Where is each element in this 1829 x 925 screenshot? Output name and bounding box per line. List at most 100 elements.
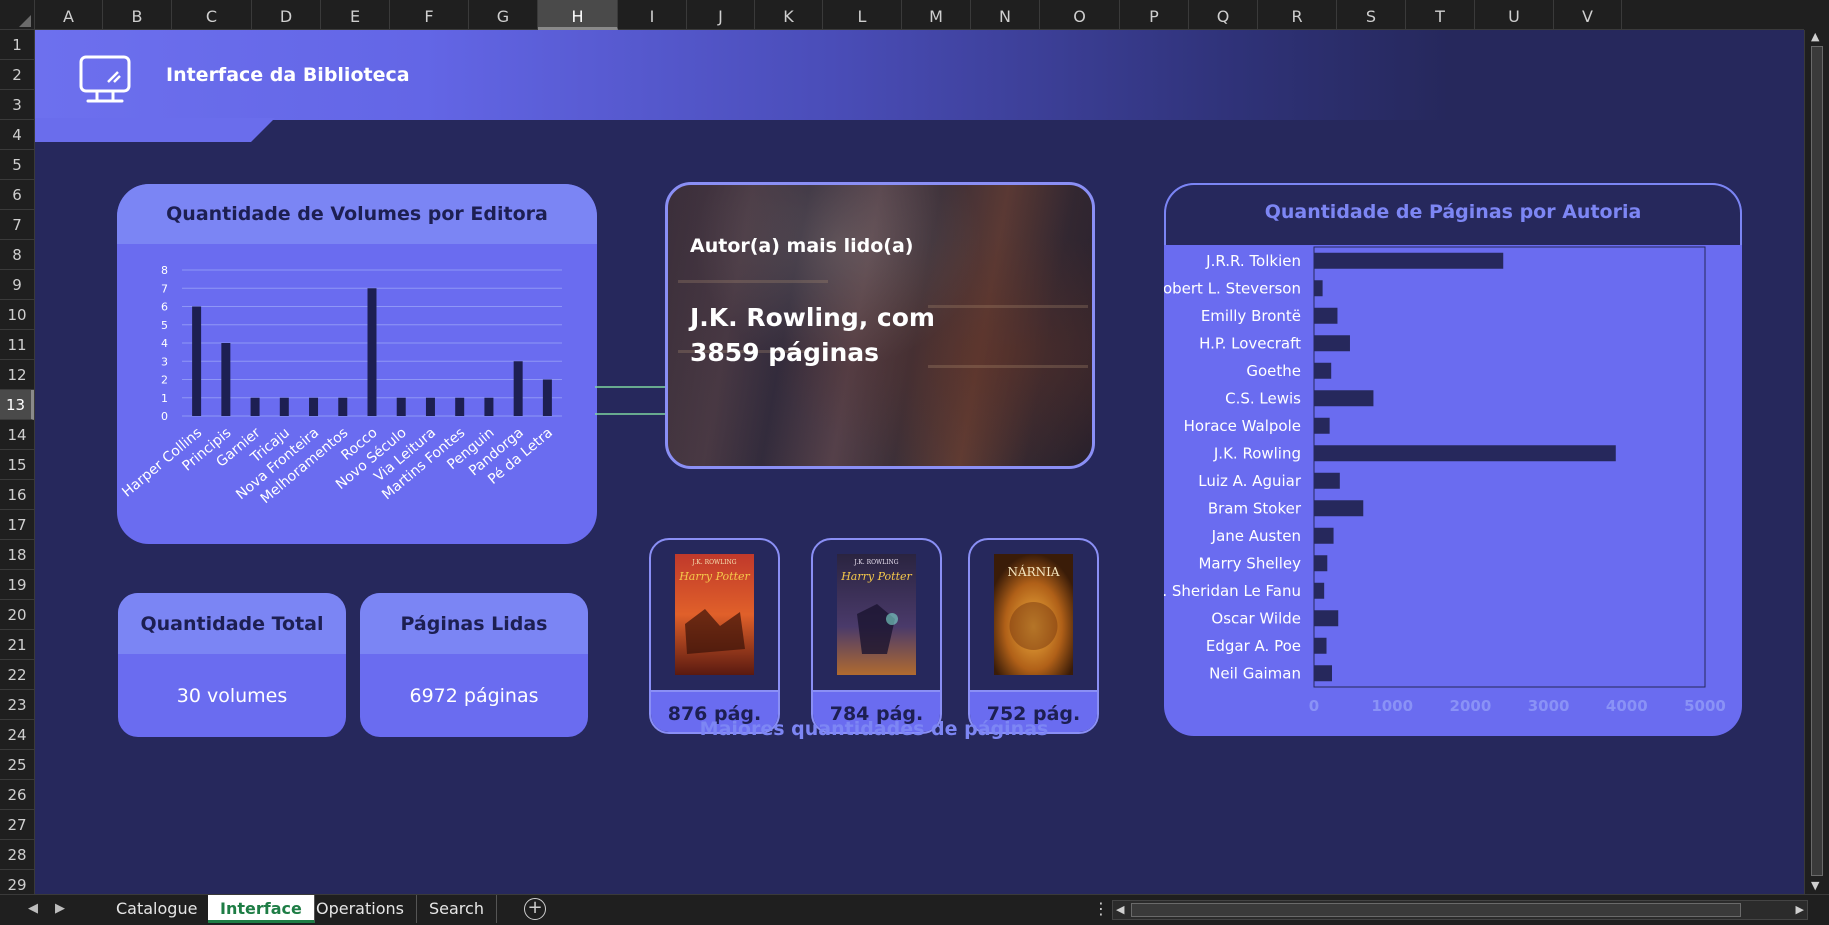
- row-header-cell[interactable]: 23: [0, 690, 34, 720]
- row-header-cell[interactable]: 1: [0, 30, 34, 60]
- book-card[interactable]: J.K. ROWLING Harry Potter 876 pág.: [649, 538, 780, 734]
- volume-bar[interactable]: [192, 306, 202, 417]
- column-header-cell[interactable]: T: [1406, 0, 1475, 30]
- row-header-cell[interactable]: 26: [0, 780, 34, 810]
- column-header-cell[interactable]: A: [35, 0, 103, 30]
- column-header-cell[interactable]: R: [1258, 0, 1337, 30]
- column-header-cell[interactable]: M: [902, 0, 971, 30]
- author-pages-bar[interactable]: [1314, 637, 1327, 654]
- row-header-cell[interactable]: 14: [0, 420, 34, 450]
- author-pages-bar[interactable]: [1314, 307, 1338, 324]
- pages-bar-chart[interactable]: J.R.R. Tolkien Robert L. Steverson Emilly …: [1164, 245, 1742, 736]
- author-pages-bar[interactable]: [1314, 472, 1340, 489]
- scroll-left-icon[interactable]: ◀: [1116, 903, 1124, 916]
- volumes-chart-card[interactable]: Quantidade de Volumes por Editora 0 1 2 3 4 5…: [117, 184, 597, 544]
- row-header-cell[interactable]: 11: [0, 330, 34, 360]
- row-header-cell[interactable]: 13: [0, 390, 34, 420]
- book-card[interactable]: NÁRNIA 752 pág.: [968, 538, 1099, 734]
- author-pages-bar[interactable]: [1314, 527, 1334, 544]
- volume-bar[interactable]: [367, 288, 377, 416]
- author-pages-bar[interactable]: [1314, 280, 1323, 297]
- author-pages-bar[interactable]: [1314, 665, 1332, 682]
- column-header-cell[interactable]: H: [538, 0, 618, 30]
- column-header-cell[interactable]: G: [469, 0, 538, 30]
- author-pages-bar[interactable]: [1314, 252, 1504, 269]
- vertical-scroll-thumb[interactable]: [1811, 46, 1823, 876]
- sheet-tab[interactable]: Search: [417, 895, 497, 923]
- row-header-cell[interactable]: 20: [0, 600, 34, 630]
- row-header-cell[interactable]: 12: [0, 360, 34, 390]
- volume-bar[interactable]: [279, 397, 289, 416]
- column-header-cell[interactable]: O: [1040, 0, 1120, 30]
- author-pages-bar[interactable]: [1314, 335, 1350, 352]
- column-header-cell[interactable]: N: [971, 0, 1040, 30]
- row-header-cell[interactable]: 24: [0, 720, 34, 750]
- horizontal-scrollbar[interactable]: ◀ ▶: [1112, 900, 1808, 920]
- author-pages-bar[interactable]: [1314, 582, 1325, 599]
- pages-chart-card[interactable]: Quantidade de Páginas por Autoria J.R.R.…: [1164, 183, 1742, 736]
- row-header-cell[interactable]: 2: [0, 60, 34, 90]
- volume-bar[interactable]: [425, 397, 435, 416]
- author-pages-bar[interactable]: [1314, 417, 1330, 434]
- column-header-cell[interactable]: D: [252, 0, 321, 30]
- author-pages-bar[interactable]: [1314, 390, 1374, 407]
- volume-bar[interactable]: [309, 397, 319, 416]
- volume-bar[interactable]: [455, 397, 465, 416]
- row-header-cell[interactable]: 27: [0, 810, 34, 840]
- author-pages-bar[interactable]: [1314, 362, 1332, 379]
- row-header-cell[interactable]: 4: [0, 120, 34, 150]
- volume-bar[interactable]: [250, 397, 260, 416]
- row-header-cell[interactable]: 22: [0, 660, 34, 690]
- horizontal-scroll-thumb[interactable]: [1131, 903, 1741, 917]
- book-card[interactable]: J.K. ROWLING Harry Potter 784 pág.: [811, 538, 942, 734]
- column-header-cell[interactable]: E: [321, 0, 390, 30]
- row-header-cell[interactable]: 21: [0, 630, 34, 660]
- row-header-cell[interactable]: 17: [0, 510, 34, 540]
- column-header-cell[interactable]: B: [103, 0, 172, 30]
- sheet-tab[interactable]: Interface: [208, 895, 315, 923]
- row-header-cell[interactable]: 8: [0, 240, 34, 270]
- select-all-corner[interactable]: [0, 0, 35, 30]
- author-pages-bar[interactable]: [1314, 555, 1328, 572]
- top-author-card[interactable]: Autor(a) mais lido(a) J.K. Rowling, com …: [665, 182, 1095, 469]
- volumes-bar-chart[interactable]: 012345678Harper CollinsPrincipisGarnierT…: [117, 244, 597, 544]
- sheet-tab[interactable]: Operations: [304, 895, 417, 923]
- sheet-tab[interactable]: Catalogue: [104, 895, 211, 923]
- total-volumes-card[interactable]: Quantidade Total 30 volumes: [118, 593, 346, 737]
- scroll-right-icon[interactable]: ▶: [1796, 903, 1804, 916]
- add-sheet-icon[interactable]: +: [524, 898, 546, 920]
- row-header-cell[interactable]: 5: [0, 150, 34, 180]
- volume-bar[interactable]: [542, 379, 552, 417]
- row-header-cell[interactable]: 6: [0, 180, 34, 210]
- prev-sheet-icon[interactable]: ◀: [28, 901, 38, 916]
- scroll-down-icon[interactable]: ▼: [1811, 879, 1819, 892]
- column-header-cell[interactable]: S: [1337, 0, 1406, 30]
- author-pages-bar[interactable]: [1314, 610, 1339, 627]
- row-header-cell[interactable]: 7: [0, 210, 34, 240]
- column-header-cell[interactable]: V: [1554, 0, 1622, 30]
- vertical-scrollbar[interactable]: ▲ ▼: [1804, 30, 1829, 894]
- row-header-cell[interactable]: 10: [0, 300, 34, 330]
- column-header-cell[interactable]: J: [687, 0, 755, 30]
- row-header-cell[interactable]: 9: [0, 270, 34, 300]
- column-header-cell[interactable]: C: [172, 0, 252, 30]
- row-header-cell[interactable]: 19: [0, 570, 34, 600]
- author-pages-bar[interactable]: [1314, 445, 1616, 462]
- more-options-icon[interactable]: ⋮: [1093, 899, 1109, 918]
- next-sheet-icon[interactable]: ▶: [55, 901, 65, 916]
- column-header-cell[interactable]: I: [618, 0, 687, 30]
- volume-bar[interactable]: [513, 361, 523, 416]
- scroll-up-icon[interactable]: ▲: [1811, 30, 1819, 43]
- row-header-cell[interactable]: 28: [0, 840, 34, 870]
- column-header-cell[interactable]: F: [390, 0, 469, 30]
- row-header-cell[interactable]: 25: [0, 750, 34, 780]
- volume-bar[interactable]: [221, 343, 231, 416]
- volume-bar[interactable]: [396, 397, 406, 416]
- column-header-cell[interactable]: U: [1475, 0, 1554, 30]
- pages-read-card[interactable]: Páginas Lidas 6972 páginas: [360, 593, 588, 737]
- column-header-cell[interactable]: L: [823, 0, 902, 30]
- column-header-cell[interactable]: K: [755, 0, 823, 30]
- row-header-cell[interactable]: 16: [0, 480, 34, 510]
- column-header-cell[interactable]: P: [1120, 0, 1189, 30]
- row-header-cell[interactable]: 18: [0, 540, 34, 570]
